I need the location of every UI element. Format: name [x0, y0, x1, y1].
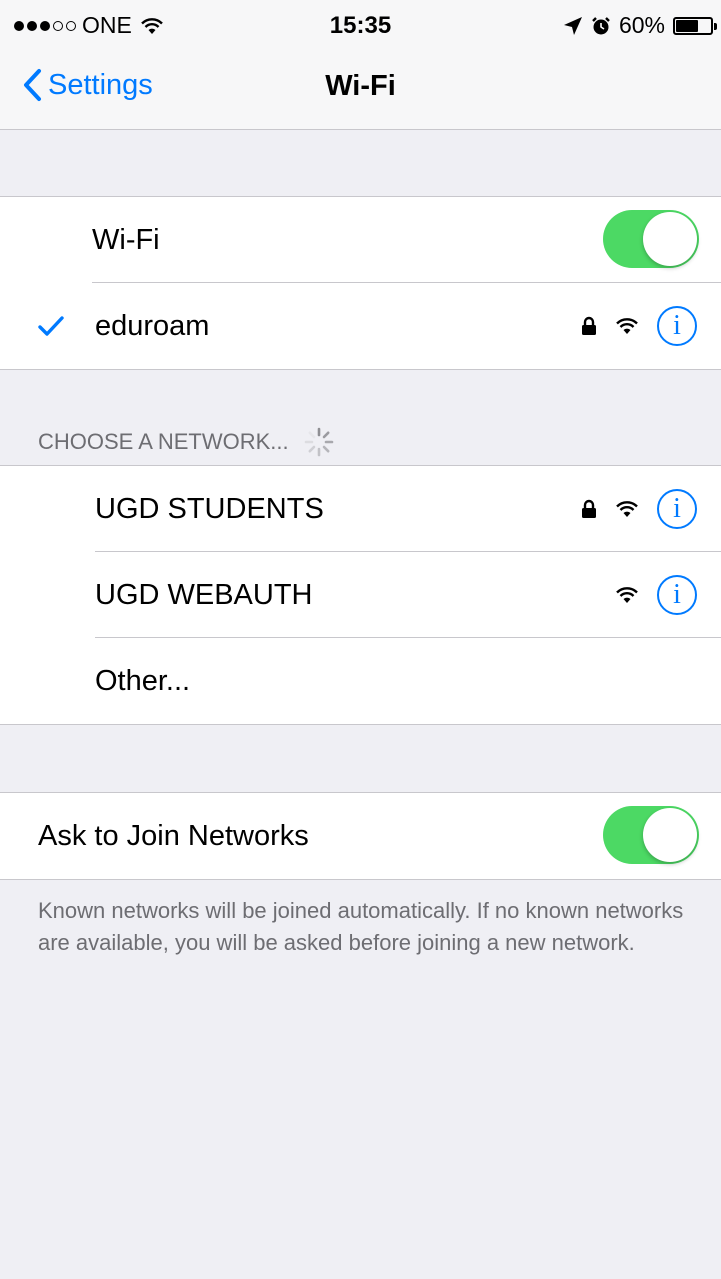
wifi-label: Wi-Fi	[92, 223, 160, 256]
spinner-icon	[304, 427, 333, 457]
checkmark-icon	[38, 316, 64, 336]
lock-icon	[582, 499, 596, 518]
network-name: UGD WEBAUTH	[95, 578, 313, 611]
ask-to-join-row: Ask to Join Networks	[0, 793, 721, 879]
wifi-icon	[616, 587, 638, 603]
page-title: Wi-Fi	[325, 70, 396, 102]
wifi-section: Wi-Fi eduroam i	[0, 196, 721, 370]
choose-network-header: CHOOSE A NETWORK...	[38, 426, 335, 458]
status-bar: ONE 15:35 60%	[0, 0, 721, 48]
network-row[interactable]: UGD WEBAUTH i	[0, 552, 721, 638]
choose-network-label: CHOOSE A NETWORK...	[38, 429, 289, 454]
connected-network-name: eduroam	[95, 309, 210, 342]
navigation-bar: Settings Wi-Fi	[0, 48, 721, 130]
other-network-row[interactable]: Other...	[0, 638, 721, 724]
network-row[interactable]: UGD STUDENTS i	[0, 466, 721, 552]
connected-network-row[interactable]: eduroam i	[0, 283, 721, 369]
wifi-toggle-row: Wi-Fi	[0, 197, 721, 283]
lock-icon	[582, 316, 596, 335]
info-icon[interactable]: i	[657, 489, 697, 529]
battery-percent: 60%	[618, 12, 665, 38]
wifi-icon	[616, 318, 638, 334]
info-icon[interactable]: i	[657, 575, 697, 615]
other-network-label: Other...	[95, 664, 191, 697]
alarm-clock-icon	[592, 16, 610, 34]
ask-to-join-section: Ask to Join Networks	[0, 792, 721, 880]
battery-fill	[676, 19, 698, 32]
ask-to-join-toggle[interactable]	[603, 806, 699, 864]
location-arrow-icon	[563, 16, 582, 35]
networks-section: UGD STUDENTS i UGD WEBAUTH i Other...	[0, 465, 721, 725]
wifi-icon	[616, 501, 638, 517]
network-name: UGD STUDENTS	[95, 492, 324, 525]
status-bar-right: 60%	[563, 12, 717, 39]
ask-to-join-footer: Known networks will be joined automatica…	[38, 898, 684, 955]
wifi-toggle[interactable]	[603, 210, 699, 268]
battery-icon	[673, 16, 717, 35]
ask-to-join-label: Ask to Join Networks	[38, 819, 309, 852]
info-icon[interactable]: i	[657, 306, 697, 346]
